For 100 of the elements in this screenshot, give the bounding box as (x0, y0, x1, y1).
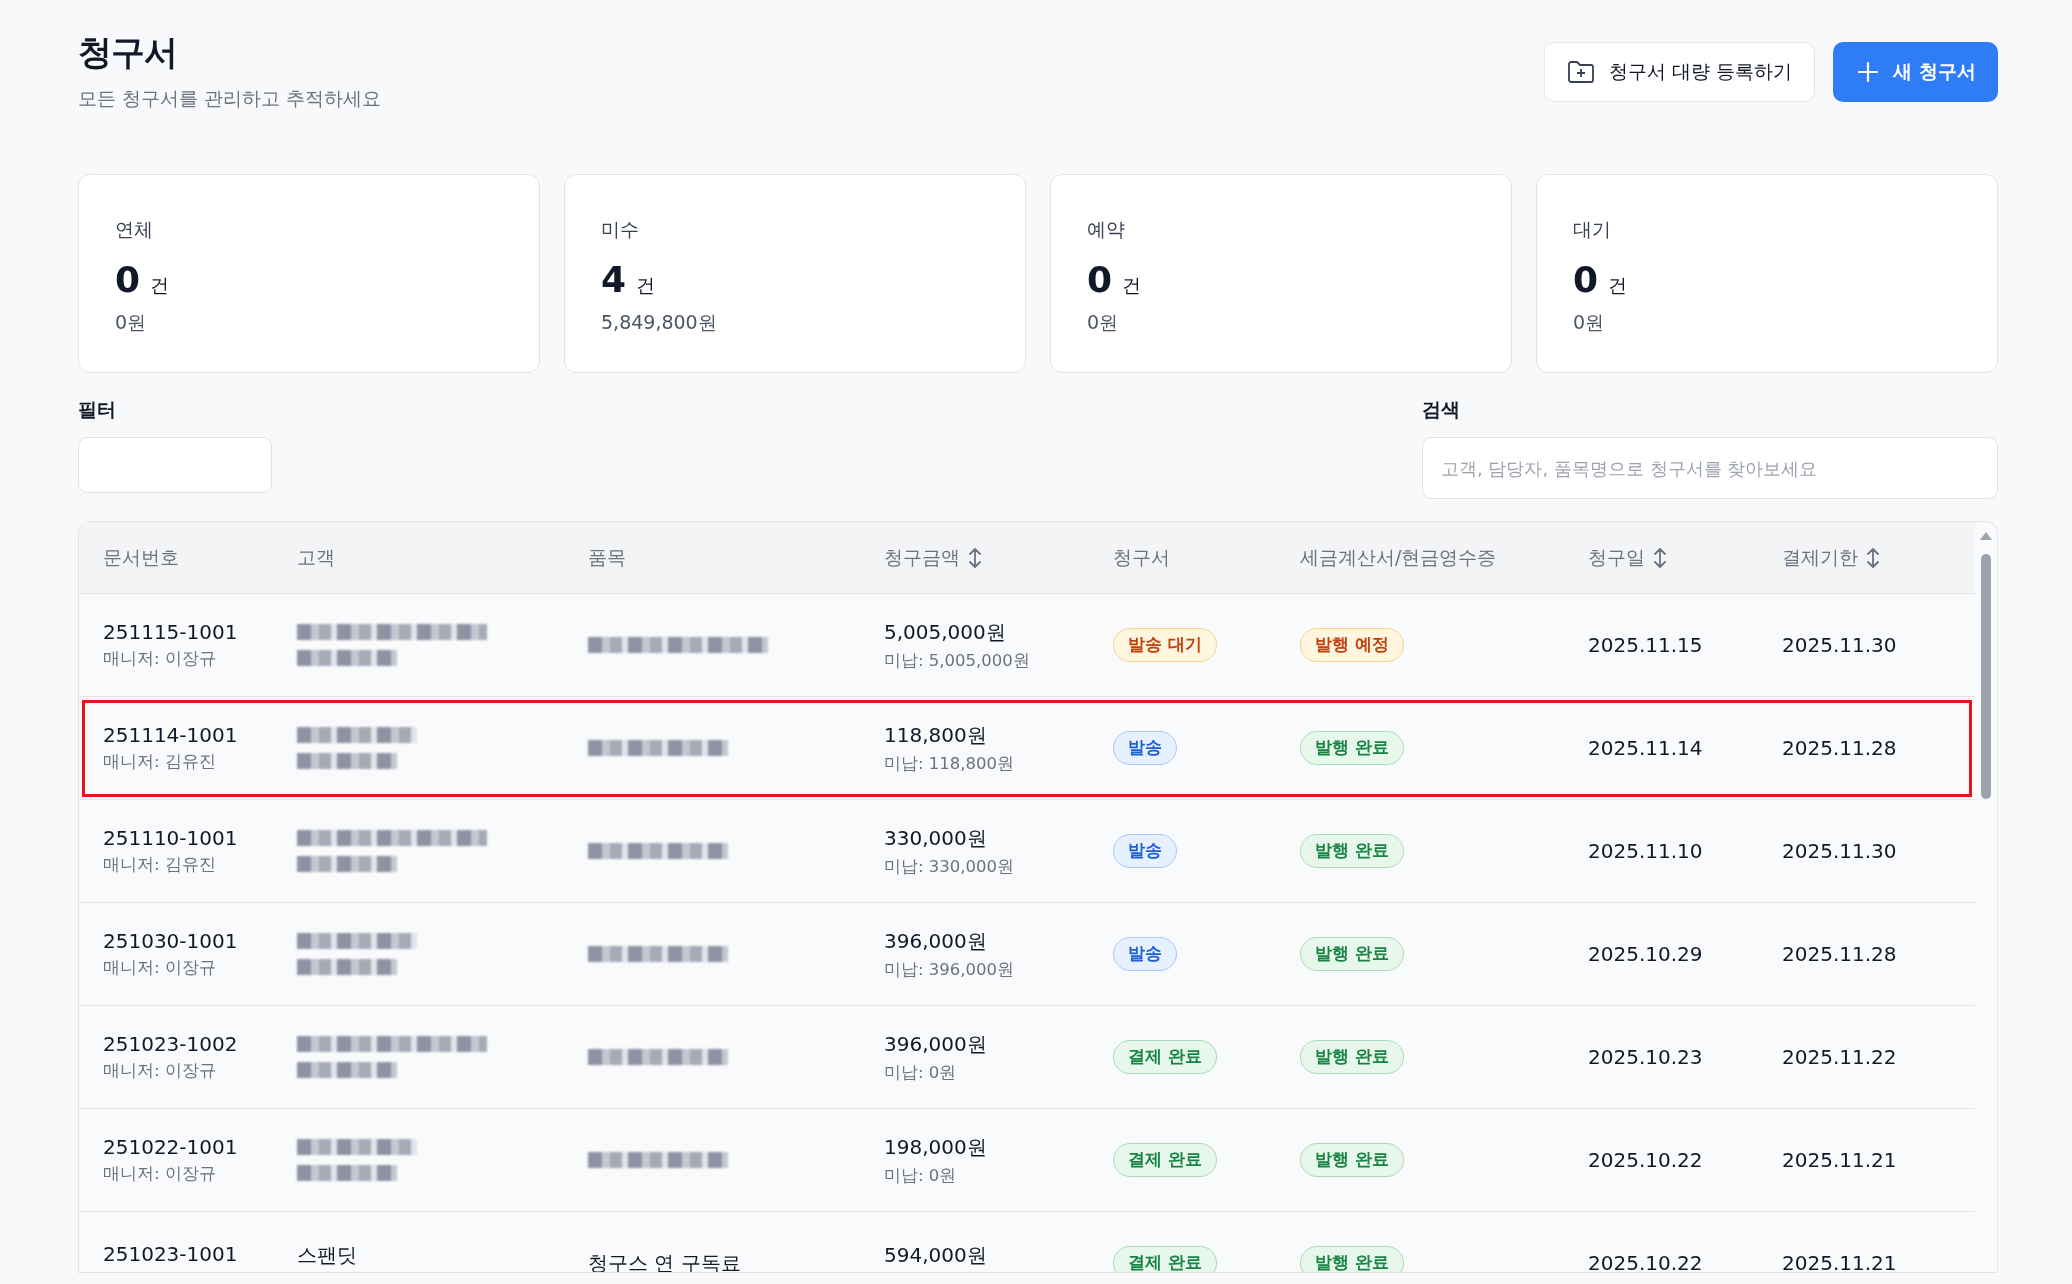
tax-status-badge: 발행 완료 (1300, 1143, 1404, 1177)
billing-date: 2025.10.23 (1588, 1045, 1704, 1069)
due-date: 2025.11.22 (1782, 1045, 1898, 1069)
tax-status-badge: 발행 예정 (1300, 628, 1404, 662)
document-number: 251115-1001 (103, 620, 238, 644)
document-number: 251030-1001 (103, 929, 238, 953)
column-header[interactable]: 청구금액 (884, 544, 982, 571)
due-date: 2025.11.21 (1782, 1251, 1898, 1272)
invoice-status-badge: 발송 (1113, 937, 1177, 971)
column-header: 청구서 (1113, 544, 1170, 570)
table-row[interactable]: 251115-1001 매니저: 이장규 5,005,000원 미납: 5,005,000원 발송 대기 발행 예정 2025.11.15 2025.11.30 (79, 594, 1975, 697)
stat-count: 0 (115, 259, 141, 300)
stat-label: 대기 (1573, 217, 1611, 242)
page-title: 청구서 (78, 31, 178, 74)
column-header: 문서번호 (103, 544, 179, 570)
customer-name: 스팬딧 (297, 1242, 357, 1269)
stat-unit: 건 (150, 273, 170, 298)
billing-date: 2025.10.29 (1588, 942, 1704, 966)
sort-icon[interactable] (968, 546, 982, 569)
folder-plus-icon (1567, 60, 1596, 84)
stat-label: 연체 (115, 217, 153, 242)
document-number: 251110-1001 (103, 826, 238, 850)
invoice-amount: 198,000원 (884, 1133, 987, 1161)
sort-icon[interactable] (1866, 546, 1880, 569)
stat-count: 0 (1087, 259, 1113, 300)
invoice-status-badge: 발송 대기 (1113, 628, 1217, 662)
tax-status-badge: 발행 완료 (1300, 834, 1404, 868)
billing-date: 2025.11.14 (1588, 736, 1704, 760)
page-subtitle: 모든 청구서를 관리하고 추적하세요 (78, 86, 382, 111)
unpaid-amount: 미납: 118,800원 (884, 752, 1015, 775)
billing-date: 2025.10.22 (1588, 1251, 1704, 1272)
unpaid-amount: 미납: 5,005,000원 (884, 649, 1030, 672)
tax-status-badge: 발행 완료 (1300, 937, 1404, 971)
stat-amount: 0원 (115, 310, 147, 335)
due-date: 2025.11.28 (1782, 942, 1898, 966)
tax-status-badge: 발행 완료 (1300, 731, 1404, 765)
table-row[interactable]: 251023-1002 매니저: 이장규 396,000원 미납: 0원 결제 완료 발행 완료 2025.10.23 2025.11.22 (79, 1006, 1975, 1109)
table-row[interactable]: 251022-1001 매니저: 이장규 198,000원 미납: 0원 결제 완료 발행 완료 2025.10.22 2025.11.21 (79, 1109, 1975, 1212)
due-date: 2025.11.30 (1782, 839, 1898, 863)
invoice-status-badge: 결제 완료 (1113, 1040, 1217, 1074)
unpaid-amount: 미납: 0원 (884, 1164, 957, 1187)
stat-unit: 건 (636, 273, 656, 298)
due-date: 2025.11.30 (1782, 633, 1898, 657)
invoice-status-badge: 결제 완료 (1113, 1143, 1217, 1177)
bulk-upload-button[interactable]: 청구서 대량 등록하기 (1544, 42, 1816, 102)
billing-date: 2025.11.15 (1588, 633, 1704, 657)
document-number: 251022-1001 (103, 1135, 238, 1159)
highlighted-row[interactable]: 251114-1001 매니저: 김유진 118,800원 미납: 118,800원 발송 발행 완료 2025.11.14 2025.11.28 (79, 697, 1975, 800)
unpaid-amount: 미납: 0원 (884, 1061, 957, 1084)
manager-name: 매니저: 이장규 (103, 648, 216, 670)
manager-name: 매니저: 이장규 (103, 1163, 216, 1185)
invoice-amount: 396,000원 (884, 927, 987, 955)
table-row[interactable]: 251030-1001 매니저: 이장규 396,000원 미납: 396,000원 발송 발행 완료 2025.10.29 2025.11.28 (79, 903, 1975, 1006)
column-header: 품목 (588, 544, 626, 570)
document-number: 251023-1001 (103, 1242, 238, 1266)
stat-label: 예약 (1087, 217, 1125, 242)
invoice-amount: 396,000원 (884, 1030, 987, 1058)
invoice-status-badge: 결제 완료 (1113, 1246, 1217, 1272)
invoice-amount: 5,005,000원 (884, 618, 1006, 646)
new-invoice-button[interactable]: 새 청구서 (1833, 42, 1998, 102)
column-header[interactable]: 결제기한 (1782, 544, 1880, 571)
table-row[interactable]: 251023-1001 스팬딧 청구스 연 구독료 594,000원 결제 완료 발행 완료 2025.10.22 2025.11.21 (79, 1212, 1975, 1272)
due-date: 2025.11.21 (1782, 1148, 1898, 1172)
stat-count: 0 (1573, 259, 1599, 300)
document-number: 251023-1002 (103, 1032, 238, 1056)
stat-label: 미수 (601, 217, 639, 242)
invoice-amount: 330,000원 (884, 824, 987, 852)
stat-unit: 건 (1122, 273, 1142, 298)
column-header[interactable]: 청구일 (1588, 544, 1667, 571)
stat-amount: 0원 (1087, 310, 1119, 335)
search-field[interactable]: 고객, 담당자, 품목명으로 청구서를 찾아보세요 (1422, 437, 1998, 499)
invoice-amount: 594,000원 (884, 1242, 987, 1269)
manager-name: 매니저: 이장규 (103, 957, 216, 979)
filter-field[interactable] (78, 437, 272, 493)
billing-date: 2025.11.10 (1588, 839, 1704, 863)
billing-date: 2025.10.22 (1588, 1148, 1704, 1172)
stat-count: 4 (601, 259, 627, 300)
invoice-status-badge: 발송 (1113, 731, 1177, 765)
filter-label: 필터 (78, 397, 117, 422)
invoice-amount: 118,800원 (884, 721, 987, 749)
manager-name: 매니저: 김유진 (103, 854, 216, 876)
search-label: 검색 (1422, 397, 1461, 422)
manager-name: 매니저: 이장규 (103, 1060, 216, 1082)
unpaid-amount: 미납: 396,000원 (884, 958, 1015, 981)
due-date: 2025.11.28 (1782, 736, 1898, 760)
stat-amount: 0원 (1573, 310, 1605, 335)
item-name: 청구스 연 구독료 (588, 1249, 742, 1272)
plus-icon (1857, 61, 1880, 83)
column-header: 고객 (297, 544, 335, 570)
invoice-status-badge: 발송 (1113, 834, 1177, 868)
document-number: 251114-1001 (103, 723, 238, 747)
tax-status-badge: 발행 완료 (1300, 1040, 1404, 1074)
unpaid-amount: 미납: 330,000원 (884, 855, 1015, 878)
stat-amount: 5,849,800원 (601, 310, 717, 335)
table-row[interactable]: 251110-1001 매니저: 김유진 330,000원 미납: 330,000원 발송 발행 완료 2025.11.10 2025.11.30 (79, 800, 1975, 903)
stat-unit: 건 (1608, 273, 1628, 298)
manager-name: 매니저: 김유진 (103, 751, 216, 773)
column-header: 세금계산서/현금영수증 (1300, 544, 1497, 570)
sort-icon[interactable] (1653, 546, 1667, 569)
tax-status-badge: 발행 완료 (1300, 1246, 1404, 1272)
